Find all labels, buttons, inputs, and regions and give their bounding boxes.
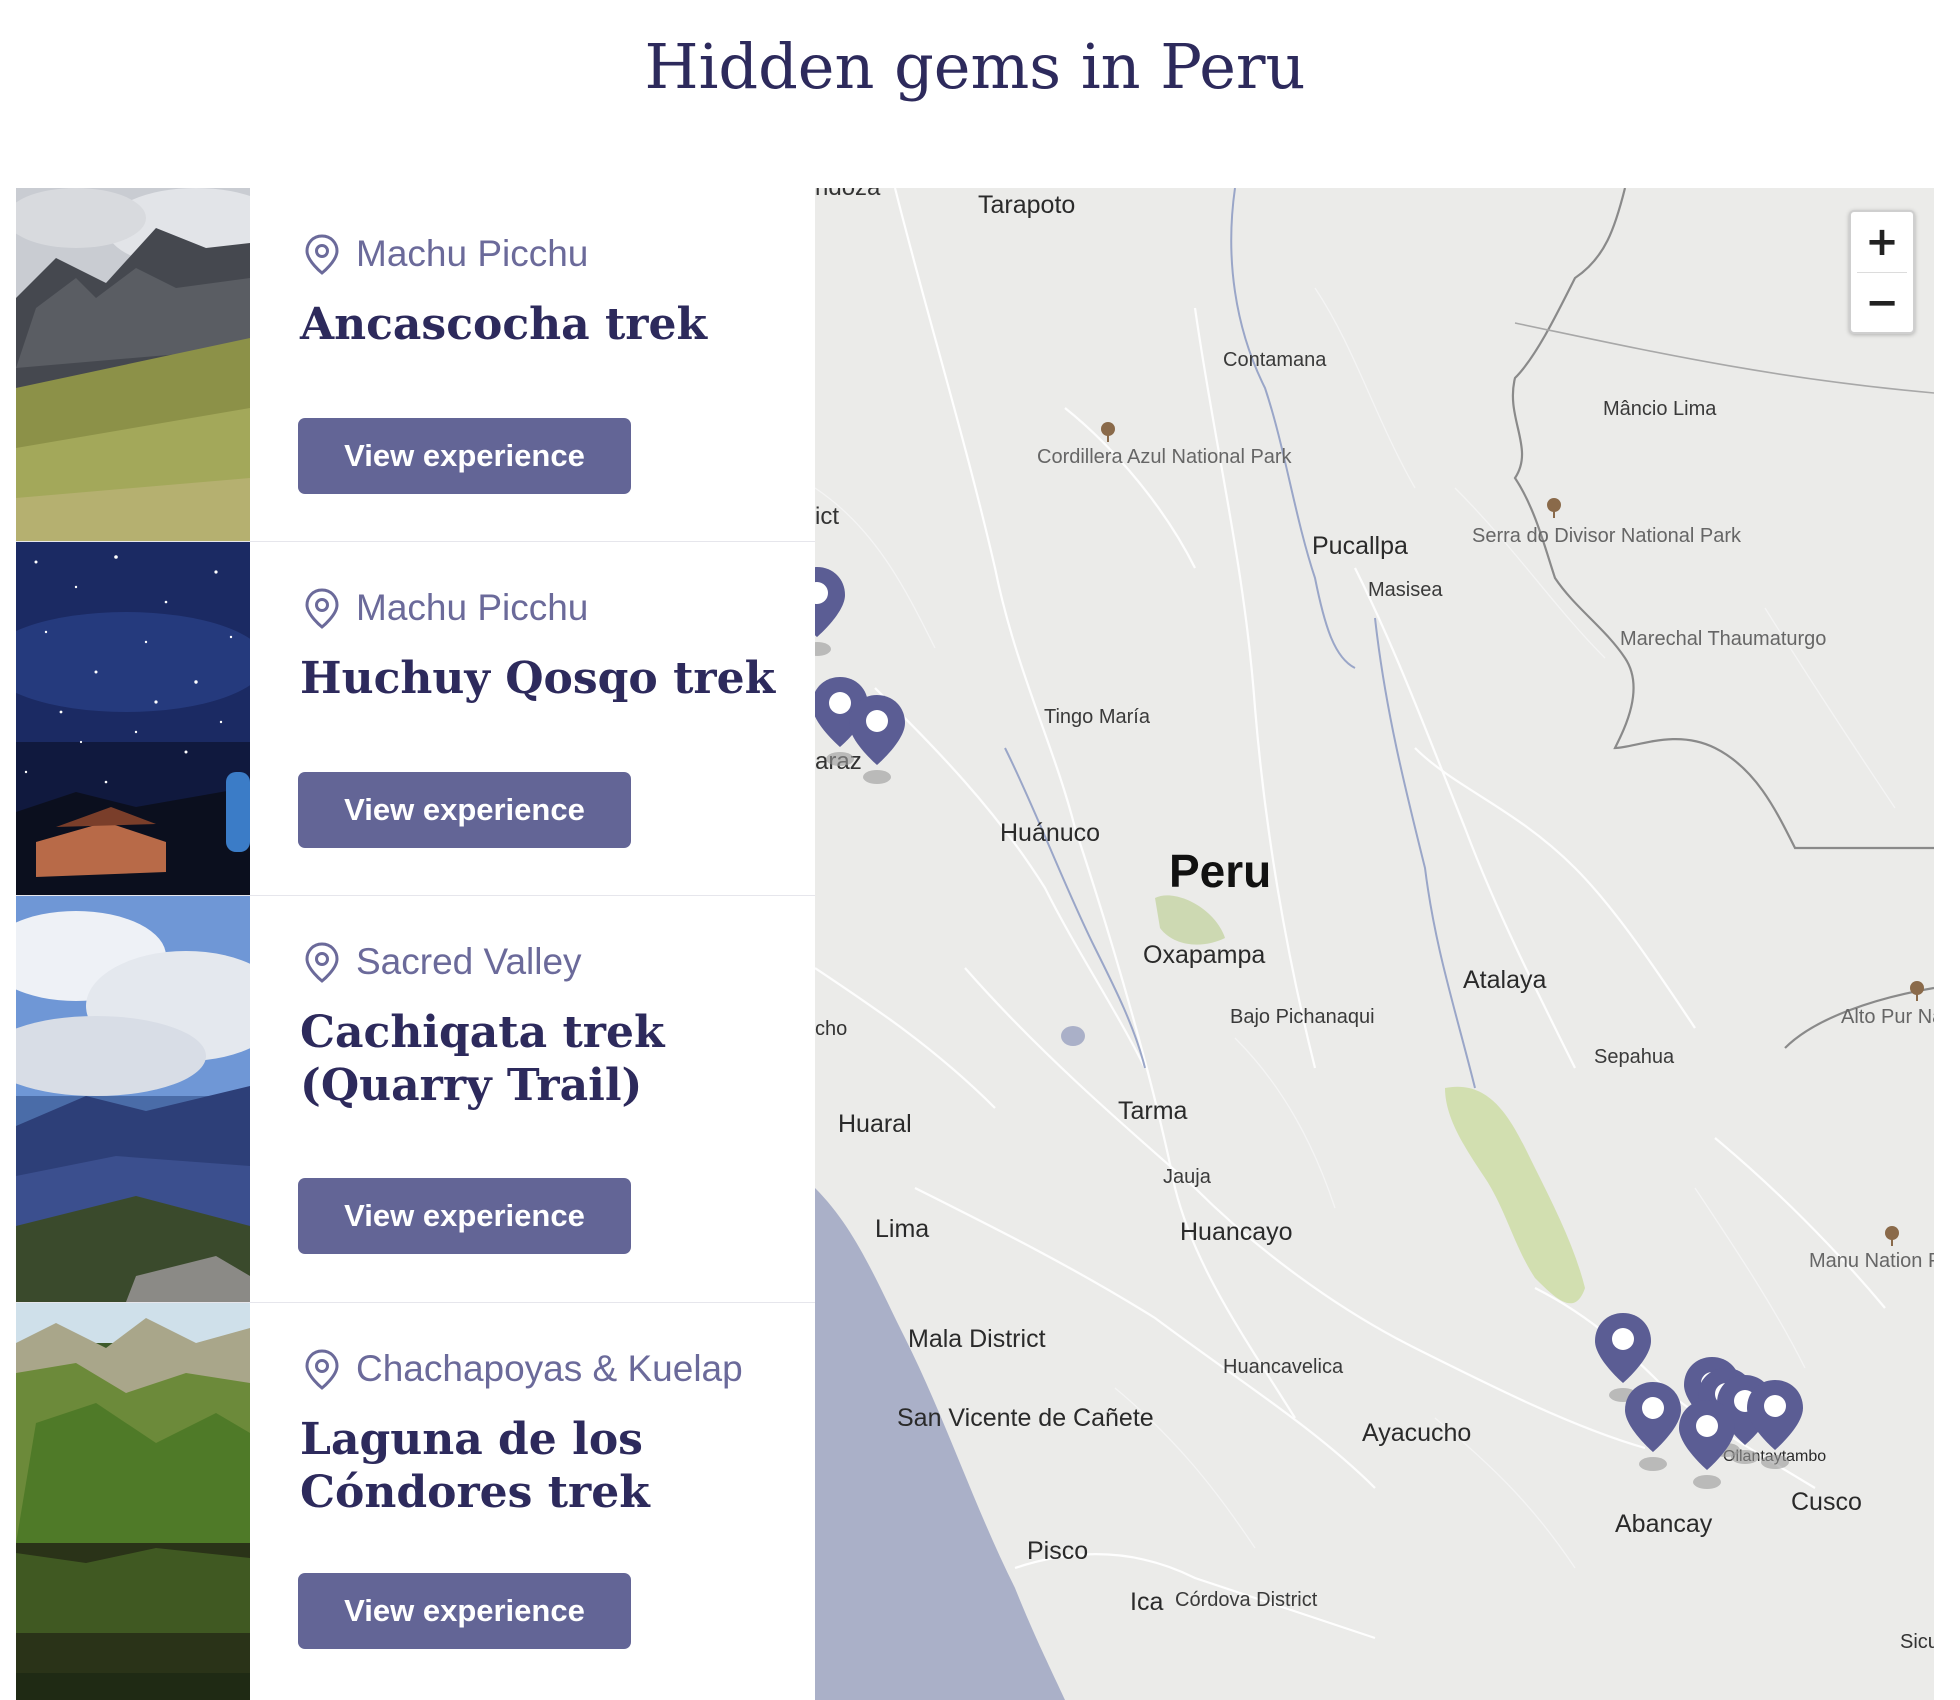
map-label-city: Oxapampa	[1143, 941, 1266, 969]
experience-card: Chachapoyas & Kuelap Laguna de los Cóndo…	[16, 1303, 815, 1700]
map-label-city: Cusco	[1791, 1488, 1862, 1516]
experience-title: Ancascocha trek	[300, 299, 707, 350]
map-label-clipped: ndoza	[815, 188, 880, 202]
map-label-city: Mâncio Lima	[1603, 398, 1717, 420]
map-label-country: Peru	[1169, 845, 1272, 897]
map-label-city: Atalaya	[1463, 966, 1547, 994]
map-marker-icon[interactable]	[847, 693, 907, 785]
map-label-city: Mala District	[908, 1325, 1046, 1353]
mountain-valley-photo[interactable]	[16, 188, 250, 541]
page-title: Hidden gems in Peru	[644, 30, 1306, 103]
location-pin-icon	[305, 234, 339, 275]
map-label-city: Tingo María	[1044, 706, 1150, 728]
view-experience-button[interactable]: View experience	[298, 1178, 631, 1254]
location-text: Machu Picchu	[356, 587, 589, 628]
map-label-city: Pisco	[1027, 1537, 1089, 1565]
map-label-city: Abancay	[1615, 1510, 1713, 1538]
experience-title: Huchuy Qosqo trek	[300, 653, 776, 704]
map-marker-icon[interactable]	[1745, 1378, 1805, 1470]
park-tree-icon	[1910, 981, 1924, 1001]
map[interactable]: Tarapoto Contamana Pucallpa Masisea Ting…	[815, 188, 1934, 1700]
map-label-city: Córdova District	[1175, 1589, 1318, 1611]
location-pin-icon	[305, 588, 339, 629]
starry-night-camp-photo[interactable]	[16, 542, 250, 895]
map-label-clipped: ict	[815, 503, 839, 530]
map-label-city: Masisea	[1368, 579, 1443, 601]
view-experience-button[interactable]: View experience	[298, 1573, 631, 1649]
experience-title: Cachiqata trek (Quarry Trail)	[300, 1007, 665, 1111]
map-marker-icon[interactable]	[1677, 1398, 1737, 1490]
map-label-city: Huancayo	[1180, 1218, 1293, 1246]
map-label-city: Contamana	[1223, 349, 1327, 371]
map-label-city: Marechal Thaumaturgo	[1620, 628, 1827, 650]
location-text: Chachapoyas & Kuelap	[356, 1348, 743, 1389]
map-label-city: Huánuco	[1000, 819, 1101, 847]
map-base-layer	[815, 188, 1934, 1700]
map-label-city: Tarma	[1118, 1097, 1188, 1125]
map-label-city: Bajo Pichanaqui	[1230, 1006, 1375, 1028]
zoom-control: + −	[1849, 210, 1915, 334]
cloudy-mountain-photo[interactable]	[16, 896, 250, 1302]
location-text: Sacred Valley	[356, 941, 582, 982]
experience-title: Laguna de los Cóndores trek	[300, 1414, 650, 1518]
location-label: Machu Picchu	[300, 232, 588, 276]
map-label-city: San Vicente de Cañete	[897, 1404, 1154, 1432]
location-label: Sacred Valley	[300, 940, 582, 984]
map-label-city: Sepahua	[1594, 1046, 1675, 1068]
map-label-park: Alto Pur National P	[1841, 1006, 1934, 1028]
zoom-out-button[interactable]: −	[1851, 273, 1913, 333]
map-label-city: Tarapoto	[978, 191, 1076, 219]
view-experience-button[interactable]: View experience	[298, 772, 631, 848]
location-label: Chachapoyas & Kuelap	[300, 1347, 743, 1391]
map-label-city: Jauja	[1163, 1166, 1211, 1188]
map-label-city: Huaral	[838, 1110, 912, 1138]
map-label-park: Manu Nation Park	[1809, 1250, 1934, 1272]
map-label-city: Lima	[875, 1215, 930, 1243]
map-label-city: Ica	[1130, 1588, 1164, 1616]
map-label-city: Huancavelica	[1223, 1356, 1344, 1378]
zoom-in-button[interactable]: +	[1851, 212, 1913, 272]
map-label-clipped: cho	[815, 1018, 848, 1040]
park-tree-icon	[1101, 422, 1115, 442]
location-pin-icon	[305, 942, 339, 983]
park-tree-icon	[1547, 498, 1561, 518]
location-label: Machu Picchu	[300, 586, 588, 630]
map-label-city: Ayacucho	[1362, 1419, 1472, 1447]
map-label-park: Serra do Divisor National Park	[1472, 525, 1741, 547]
view-experience-button[interactable]: View experience	[298, 418, 631, 494]
map-label-city: Pucallpa	[1312, 532, 1408, 560]
map-label-clipped: Sicu	[1900, 1631, 1934, 1653]
map-label-park: Cordillera Azul National Park	[1037, 446, 1292, 468]
location-text: Machu Picchu	[356, 233, 589, 274]
park-tree-icon	[1885, 1226, 1899, 1246]
experience-card: Machu Picchu Ancascocha trek View experi…	[16, 188, 815, 542]
map-marker-icon[interactable]	[815, 565, 847, 657]
location-pin-icon	[305, 1349, 339, 1390]
experience-card: Sacred Valley Cachiqata trek (Quarry Tra…	[16, 896, 815, 1303]
lake-cliffs-photo[interactable]	[16, 1303, 250, 1700]
map-marker-icon[interactable]	[1623, 1380, 1683, 1472]
experience-card: Machu Picchu Huchuy Qosqo trek View expe…	[16, 542, 815, 896]
